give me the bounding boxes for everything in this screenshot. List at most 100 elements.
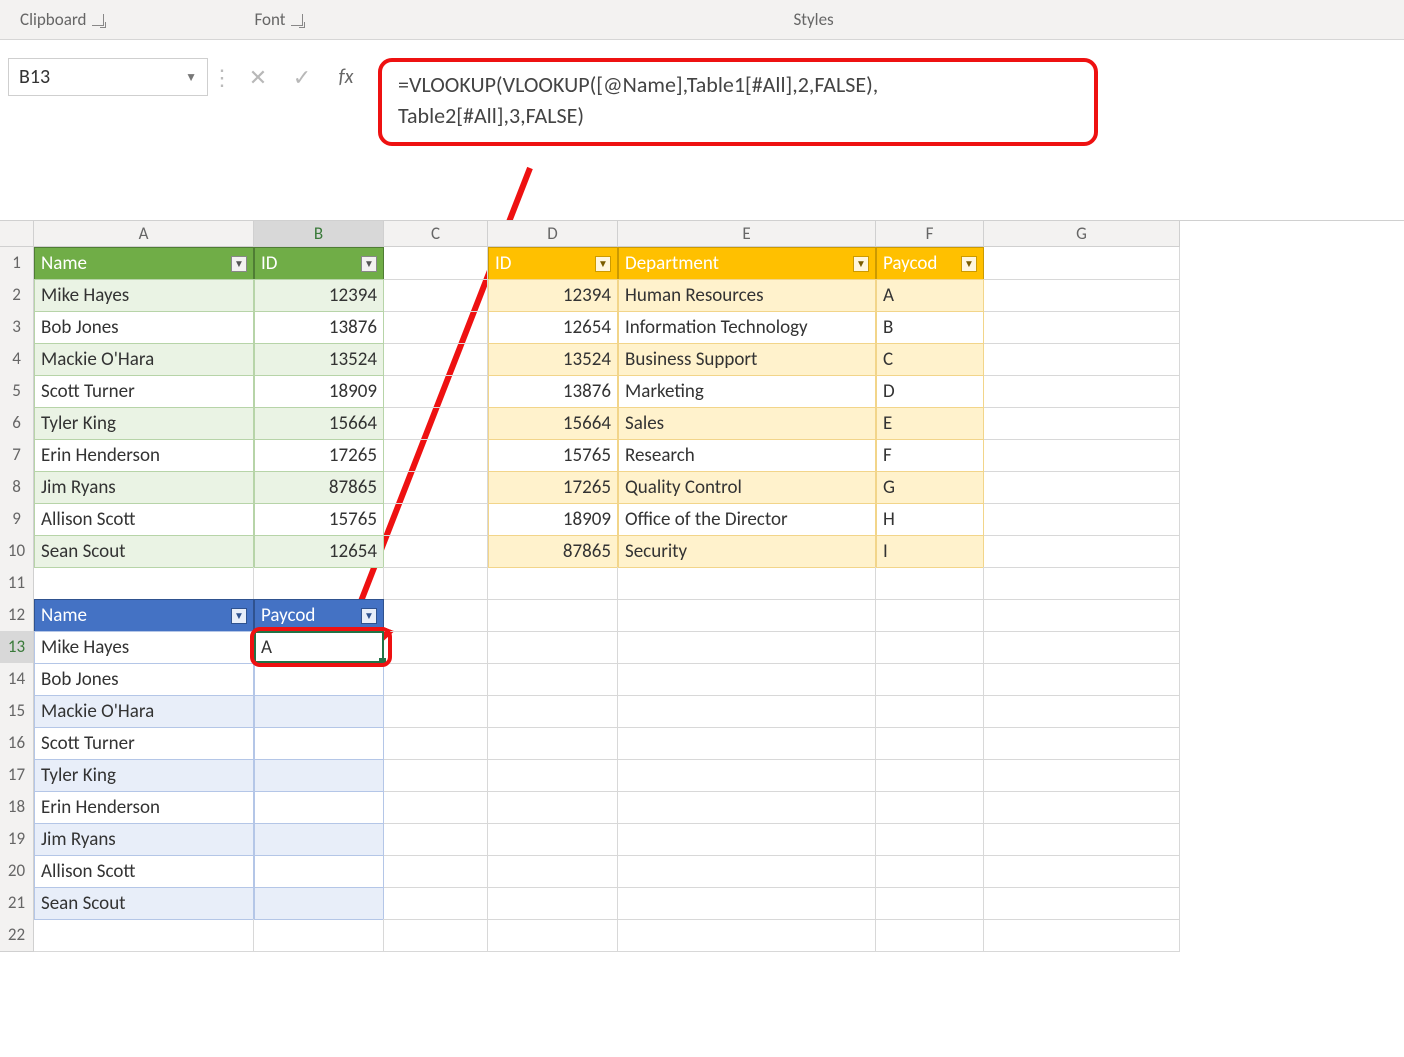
- cell[interactable]: [384, 759, 488, 792]
- table1-cell-name[interactable]: Jim Ryans: [34, 471, 254, 504]
- table1-cell-name[interactable]: Mike Hayes: [34, 279, 254, 312]
- cell[interactable]: [384, 503, 488, 536]
- table3-cell-paycode[interactable]: [254, 855, 384, 888]
- row-header[interactable]: 15: [0, 695, 34, 728]
- cell[interactable]: [876, 919, 984, 952]
- row-header[interactable]: 2: [0, 279, 34, 312]
- table2-header-department[interactable]: Department▼: [618, 247, 876, 280]
- table1-cell-id[interactable]: 12654: [254, 535, 384, 568]
- col-header[interactable]: D: [488, 221, 618, 247]
- table2-cell-department[interactable]: Marketing: [618, 375, 876, 408]
- dialog-launcher-icon[interactable]: [291, 14, 303, 26]
- cell[interactable]: [384, 887, 488, 920]
- table2-cell-id[interactable]: 18909: [488, 503, 618, 536]
- table2-cell-paycode[interactable]: A: [876, 279, 984, 312]
- table1-cell-name[interactable]: Mackie O'Hara: [34, 343, 254, 376]
- cell[interactable]: [384, 279, 488, 312]
- row-header[interactable]: 17: [0, 759, 34, 792]
- formula-bar-highlight[interactable]: =VLOOKUP(VLOOKUP([@Name],Table1[#All],2,…: [378, 58, 1098, 146]
- table3-cell-name[interactable]: Scott Turner: [34, 727, 254, 760]
- cell[interactable]: [984, 823, 1180, 856]
- table2-header-id[interactable]: ID▼: [488, 247, 618, 280]
- cell[interactable]: [984, 503, 1180, 536]
- cell[interactable]: [384, 535, 488, 568]
- cell[interactable]: [876, 759, 984, 792]
- cell[interactable]: [488, 631, 618, 664]
- cell[interactable]: [384, 599, 488, 632]
- table3-cell-name[interactable]: Sean Scout: [34, 887, 254, 920]
- cell[interactable]: [984, 759, 1180, 792]
- table2-cell-department[interactable]: Security: [618, 535, 876, 568]
- cell[interactable]: [984, 471, 1180, 504]
- cell[interactable]: [618, 695, 876, 728]
- table2-cell-department[interactable]: Sales: [618, 407, 876, 440]
- row-header[interactable]: 19: [0, 823, 34, 856]
- table1-cell-name[interactable]: Bob Jones: [34, 311, 254, 344]
- cell[interactable]: [384, 855, 488, 888]
- table2-cell-id[interactable]: 13876: [488, 375, 618, 408]
- chevron-down-icon[interactable]: ▼: [185, 70, 197, 85]
- col-header[interactable]: C: [384, 221, 488, 247]
- cell[interactable]: [384, 919, 488, 952]
- table3-cell-name[interactable]: Mackie O'Hara: [34, 695, 254, 728]
- table1-cell-name[interactable]: Allison Scott: [34, 503, 254, 536]
- cell[interactable]: [384, 695, 488, 728]
- cell[interactable]: [384, 823, 488, 856]
- table3-cell-name[interactable]: Allison Scott: [34, 855, 254, 888]
- row-header[interactable]: 6: [0, 407, 34, 440]
- dialog-launcher-icon[interactable]: [92, 14, 104, 26]
- cell[interactable]: [618, 823, 876, 856]
- cell[interactable]: [34, 919, 254, 952]
- cell[interactable]: [984, 727, 1180, 760]
- table2-cell-paycode[interactable]: B: [876, 311, 984, 344]
- table2-cell-paycode[interactable]: F: [876, 439, 984, 472]
- table2-cell-id[interactable]: 13524: [488, 343, 618, 376]
- table3-cell-paycode[interactable]: [254, 695, 384, 728]
- row-header[interactable]: 5: [0, 375, 34, 408]
- col-header[interactable]: E: [618, 221, 876, 247]
- filter-dropdown-icon[interactable]: ▼: [361, 608, 377, 624]
- filter-dropdown-icon[interactable]: ▼: [961, 256, 977, 272]
- cell[interactable]: [984, 919, 1180, 952]
- cell[interactable]: [384, 631, 488, 664]
- cell[interactable]: [984, 439, 1180, 472]
- table1-header-name[interactable]: Name▼: [34, 247, 254, 280]
- cell[interactable]: [618, 599, 876, 632]
- table2-cell-paycode[interactable]: E: [876, 407, 984, 440]
- table2-cell-paycode[interactable]: D: [876, 375, 984, 408]
- table2-cell-id[interactable]: 12654: [488, 311, 618, 344]
- table3-cell-paycode[interactable]: [254, 663, 384, 696]
- table2-cell-department[interactable]: Office of the Director: [618, 503, 876, 536]
- cell[interactable]: [984, 567, 1180, 600]
- cell[interactable]: [618, 759, 876, 792]
- filter-dropdown-icon[interactable]: ▼: [231, 256, 247, 272]
- table1-cell-id[interactable]: 13876: [254, 311, 384, 344]
- table1-header-id[interactable]: ID▼: [254, 247, 384, 280]
- cell[interactable]: [384, 727, 488, 760]
- worksheet-grid[interactable]: A B C D E F G 1 Name▼ ID▼ ID▼ Department…: [0, 220, 1404, 951]
- table2-cell-paycode[interactable]: H: [876, 503, 984, 536]
- row-header[interactable]: 8: [0, 471, 34, 504]
- cell[interactable]: [384, 343, 488, 376]
- table3-cell-paycode[interactable]: A: [254, 631, 384, 664]
- table2-header-paycode[interactable]: Paycod▼: [876, 247, 984, 280]
- table3-header-name[interactable]: Name▼: [34, 599, 254, 632]
- cell[interactable]: [488, 791, 618, 824]
- row-header[interactable]: 7: [0, 439, 34, 472]
- cell[interactable]: [876, 695, 984, 728]
- table1-cell-id[interactable]: 18909: [254, 375, 384, 408]
- filter-dropdown-icon[interactable]: ▼: [361, 256, 377, 272]
- cell[interactable]: [488, 823, 618, 856]
- table3-cell-name[interactable]: Bob Jones: [34, 663, 254, 696]
- row-header[interactable]: 4: [0, 343, 34, 376]
- table1-cell-id[interactable]: 17265: [254, 439, 384, 472]
- table2-cell-department[interactable]: Research: [618, 439, 876, 472]
- cell[interactable]: [384, 471, 488, 504]
- cell[interactable]: [984, 599, 1180, 632]
- row-header[interactable]: 10: [0, 535, 34, 568]
- cell[interactable]: [876, 599, 984, 632]
- col-header[interactable]: B: [254, 221, 384, 247]
- table2-cell-id[interactable]: 17265: [488, 471, 618, 504]
- filter-dropdown-icon[interactable]: ▼: [231, 608, 247, 624]
- cell[interactable]: [488, 727, 618, 760]
